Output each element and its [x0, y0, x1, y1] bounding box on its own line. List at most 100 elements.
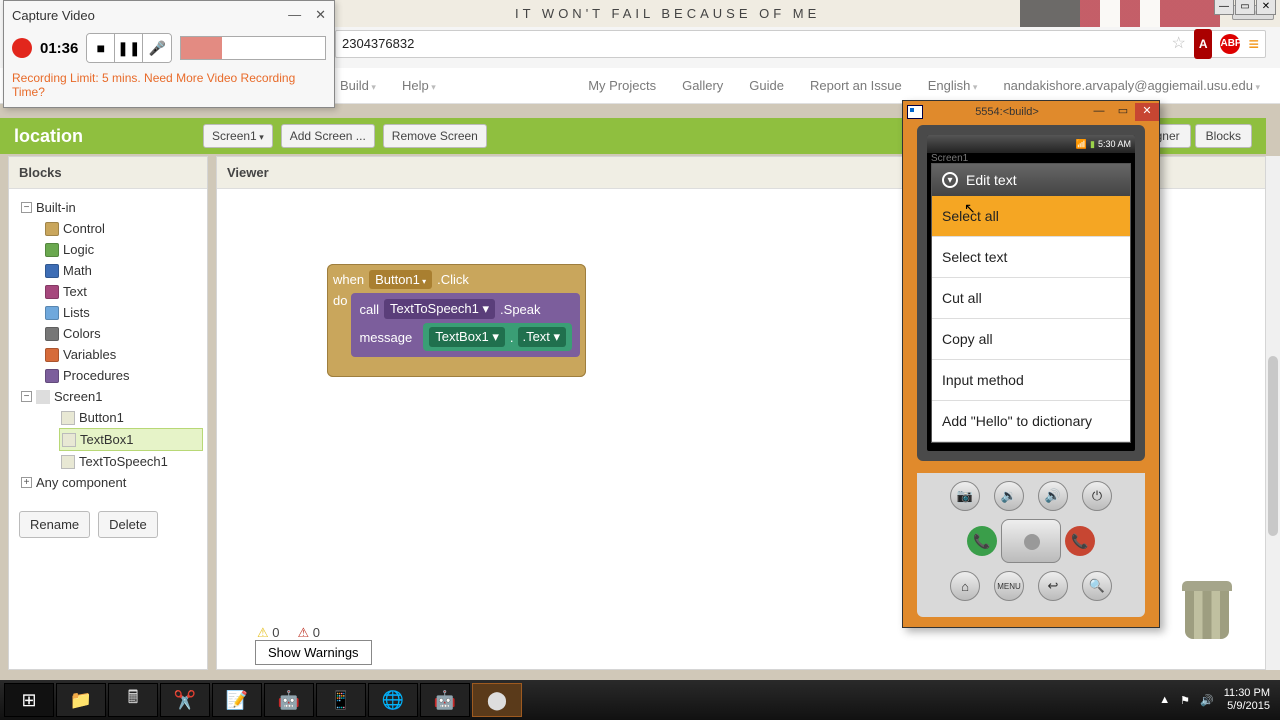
tree-builtin[interactable]: −Built-in — [19, 197, 203, 218]
menu-build[interactable]: Build — [340, 78, 376, 93]
window-close[interactable]: ✕ — [1256, 0, 1276, 15]
mouse-cursor-icon: ↖ — [964, 200, 976, 217]
task-android-studio[interactable]: 🤖 — [264, 683, 314, 717]
tree-item-text[interactable]: Text — [43, 281, 203, 302]
ctx-item-1[interactable]: Select text — [932, 237, 1130, 278]
menu-button[interactable]: MENU — [994, 571, 1024, 601]
when-click-block[interactable]: when Button1 .Click do call TextToSpeech… — [327, 264, 586, 377]
chrome-menu-icon[interactable]: ≡ — [1248, 31, 1259, 57]
tree-item-colors[interactable]: Colors — [43, 323, 203, 344]
task-snip[interactable]: ✂️ — [160, 683, 210, 717]
button-dropdown[interactable]: Button1 — [369, 270, 432, 289]
tree-item-variables[interactable]: Variables — [43, 344, 203, 365]
task-calculator[interactable]: 🖩 — [108, 683, 158, 717]
search-button[interactable]: 🔍 — [1082, 571, 1112, 601]
back-button[interactable]: ↩ — [1038, 571, 1068, 601]
end-call-button[interactable]: 📞 — [1065, 526, 1095, 556]
capture-minimize[interactable]: — — [288, 7, 301, 23]
ctx-item-4[interactable]: Input method — [932, 360, 1130, 401]
context-menu: ▾ Edit text ↖Select allSelect textCut al… — [931, 163, 1131, 443]
home-button[interactable]: ⌂ — [950, 571, 980, 601]
tree-item-procedures[interactable]: Procedures — [43, 365, 203, 386]
menu-myprojects[interactable]: My Projects — [588, 78, 656, 93]
bookmark-star-icon[interactable]: ☆ — [1171, 31, 1185, 57]
delete-button[interactable]: Delete — [98, 511, 158, 538]
tree-item-logic[interactable]: Logic — [43, 239, 203, 260]
ctx-item-5[interactable]: Add "Hello" to dictionary — [932, 401, 1130, 442]
tray-flag-icon[interactable]: ⚑ — [1180, 694, 1190, 707]
project-name: location — [14, 126, 83, 147]
adblock-icon[interactable]: ABP — [1220, 34, 1240, 54]
ctx-item-3[interactable]: Copy all — [932, 319, 1130, 360]
call-button[interactable]: 📞 — [967, 526, 997, 556]
vol-up-button[interactable]: 🔊 — [1038, 481, 1068, 511]
emulator-screen[interactable]: 📶 ▮ 5:30 AM Screen1 ▾ Edit text ↖Select … — [927, 135, 1135, 451]
page-scrollbar[interactable] — [1266, 156, 1280, 670]
emu-minimize[interactable]: — — [1087, 103, 1111, 121]
scrollbar-thumb[interactable] — [1268, 356, 1278, 536]
address-text: 2304376832 — [342, 31, 414, 57]
task-notepad[interactable]: 📝 — [212, 683, 262, 717]
address-bar[interactable]: 2304376832 ☆ A ABP ≡ — [335, 30, 1266, 58]
context-menu-title: ▾ Edit text — [932, 164, 1130, 196]
tree-screen1[interactable]: −Screen1 — [19, 386, 203, 407]
stop-button[interactable]: ■ — [87, 34, 115, 62]
pause-button[interactable]: ❚❚ — [115, 34, 143, 62]
window-restore[interactable]: ▭ — [1235, 0, 1255, 15]
tts-dropdown[interactable]: TextToSpeech1 ▾ — [384, 299, 495, 319]
menu-language[interactable]: English — [928, 78, 978, 93]
system-clock[interactable]: 11:30 PM5/9/2015 — [1224, 687, 1270, 713]
tree-component-texttospeech1[interactable]: TextToSpeech1 — [59, 451, 203, 472]
ctx-item-2[interactable]: Cut all — [932, 278, 1130, 319]
task-chrome[interactable]: 🌐 — [368, 683, 418, 717]
vol-down-button[interactable]: 🔉 — [994, 481, 1024, 511]
emu-maximize[interactable]: ▭ — [1111, 103, 1135, 121]
tray-volume-icon[interactable]: 🔊 — [1200, 694, 1214, 707]
emu-close[interactable]: ✕ — [1135, 103, 1159, 121]
emulator-title: 5554:<build> — [927, 106, 1087, 118]
mic-button[interactable]: 🎤 — [143, 34, 171, 62]
menu-guide[interactable]: Guide — [749, 78, 784, 93]
record-limit-text[interactable]: Recording Limit: 5 mins. Need More Video… — [4, 67, 334, 103]
task-recorder[interactable]: ⬤ — [472, 683, 522, 717]
textbox-dropdown[interactable]: TextBox1 ▾ — [429, 327, 505, 347]
task-android[interactable]: 🤖 — [420, 683, 470, 717]
show-warnings-button[interactable]: Show Warnings — [255, 640, 372, 665]
tree-item-math[interactable]: Math — [43, 260, 203, 281]
message-label: message — [359, 330, 412, 345]
menu-gallery[interactable]: Gallery — [682, 78, 723, 93]
text-prop-dropdown[interactable]: .Text ▾ — [518, 327, 566, 347]
textbox-text-block[interactable]: TextBox1 ▾ . .Text ▾ — [423, 323, 572, 351]
dpad[interactable] — [1001, 519, 1061, 563]
camera-button[interactable]: 📷 — [950, 481, 980, 511]
tree-item-control[interactable]: Control — [43, 218, 203, 239]
call-speak-block[interactable]: call TextToSpeech1 ▾ .Speak message Text… — [351, 293, 580, 357]
emulator-device-frame: 📶 ▮ 5:30 AM Screen1 ▾ Edit text ↖Select … — [917, 125, 1145, 461]
tree-component-button1[interactable]: Button1 — [59, 407, 203, 428]
task-device[interactable]: 📱 — [316, 683, 366, 717]
menu-report[interactable]: Report an Issue — [810, 78, 902, 93]
power-button[interactable]: ⏻ — [1082, 481, 1112, 511]
rename-button[interactable]: Rename — [19, 511, 90, 538]
android-statusbar: 📶 ▮ 5:30 AM — [927, 135, 1135, 153]
tray-up-icon[interactable]: ▲ — [1159, 694, 1170, 706]
capture-close[interactable]: ✕ — [315, 7, 326, 23]
screen-dropdown[interactable]: Screen1 — [203, 124, 273, 148]
remove-screen-button[interactable]: Remove Screen — [383, 124, 487, 148]
start-button[interactable]: ⊞ — [4, 683, 54, 717]
task-explorer[interactable]: 📁 — [56, 683, 106, 717]
tree-anycomponent[interactable]: +Any component — [19, 472, 203, 493]
window-controls: — ▭ ✕ — [1214, 0, 1276, 15]
menu-help[interactable]: Help — [402, 78, 436, 93]
blocks-panel: Blocks −Built-inControlLogicMathTextList… — [8, 156, 208, 670]
window-minimize[interactable]: — — [1214, 0, 1234, 15]
tree-item-lists[interactable]: Lists — [43, 302, 203, 323]
trash-icon[interactable] — [1179, 581, 1235, 649]
add-screen-button[interactable]: Add Screen ... — [281, 124, 375, 148]
ctx-item-0[interactable]: ↖Select all — [932, 196, 1130, 237]
tree-component-textbox1[interactable]: TextBox1 — [59, 428, 203, 451]
blocks-tab[interactable]: Blocks — [1195, 124, 1252, 148]
extension-a-icon[interactable]: A — [1194, 29, 1213, 59]
wallpaper-text: IT WON'T FAIL BECAUSE OF ME — [335, 6, 820, 21]
menu-user[interactable]: nandakishore.arvapaly@aggiemail.usu.edu — [1003, 78, 1260, 93]
